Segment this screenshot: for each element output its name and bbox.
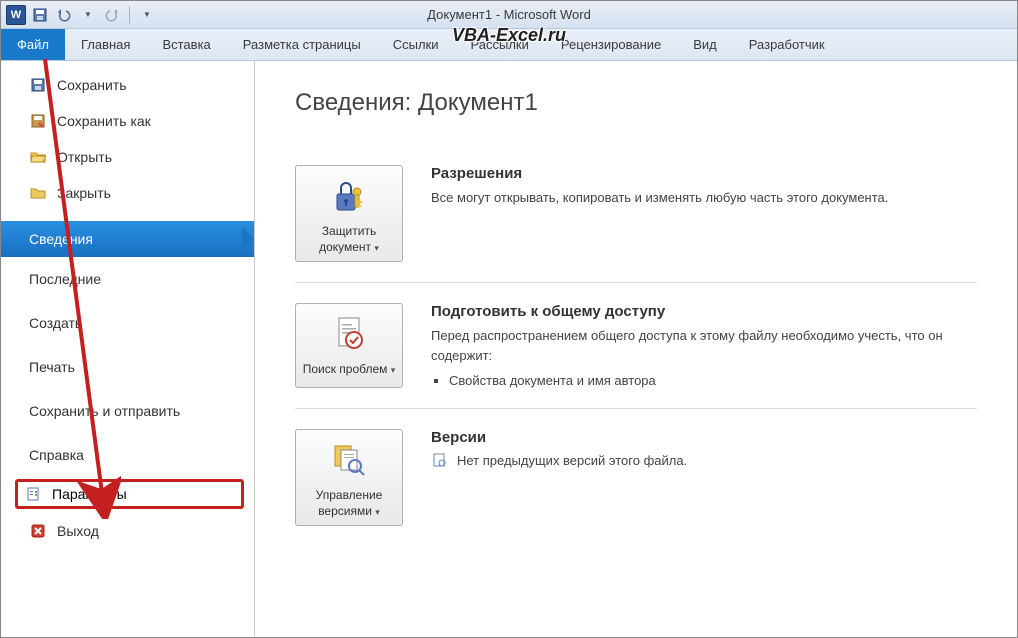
side-save[interactable]: Сохранить [1, 67, 254, 103]
tab-page-layout[interactable]: Разметка страницы [227, 29, 377, 60]
side-label: Параметры [52, 486, 127, 502]
backstage-view: Сохранить Сохранить как Открыть Закрыть … [1, 61, 1017, 637]
title-bar: W ▼ ▼ Документ1 - Microsoft Word [1, 1, 1017, 29]
folder-close-icon [29, 184, 47, 202]
backstage-content: Сведения: Документ1 Защит [255, 61, 1017, 637]
permissions-block: Защитить документ ▾ Разрешения Все могут… [295, 145, 977, 282]
save-as-icon [29, 112, 47, 130]
side-help[interactable]: Справка [1, 433, 254, 477]
tab-insert[interactable]: Вставка [146, 29, 226, 60]
page-title: Сведения: Документ1 [295, 89, 977, 117]
side-label: Сохранить [57, 77, 127, 93]
side-info[interactable]: Сведения [1, 221, 254, 257]
side-save-send[interactable]: Сохранить и отправить [1, 389, 254, 433]
side-label: Закрыть [57, 185, 111, 201]
side-label: Выход [57, 523, 99, 539]
lock-key-icon [329, 176, 369, 216]
ribbon-tabs: Файл Главная Вставка Разметка страницы С… [1, 29, 1017, 61]
side-exit[interactable]: Выход [1, 513, 254, 549]
tab-mailings[interactable]: Рассылки [455, 29, 545, 60]
description: Нет предыдущих версий этого файла. [457, 453, 687, 468]
save-icon [29, 76, 47, 94]
qat-redo-button[interactable] [101, 4, 123, 26]
side-print[interactable]: Печать [1, 345, 254, 389]
document-check-icon [329, 314, 369, 354]
tab-view[interactable]: Вид [677, 29, 733, 60]
tab-references[interactable]: Ссылки [377, 29, 455, 60]
list-item: Свойства документа и имя автора [449, 373, 977, 388]
document-version-icon [431, 452, 447, 468]
permissions-text: Разрешения Все могут открывать, копирова… [431, 165, 977, 262]
prepare-block: Поиск проблем ▾ Подготовить к общему дос… [295, 282, 977, 408]
protect-document-button[interactable]: Защитить документ ▾ [295, 165, 403, 262]
documents-magnify-icon [329, 440, 369, 480]
versions-block: Управление версиями ▾ Версии Нет предыду… [295, 408, 977, 546]
versions-text: Версии Нет предыдущих версий этого файла… [431, 429, 977, 526]
side-recent[interactable]: Последние [1, 257, 254, 301]
exit-icon [29, 522, 47, 540]
tab-developer[interactable]: Разработчик [733, 29, 841, 60]
qat-customize-dropdown[interactable]: ▼ [136, 4, 158, 26]
side-label: Открыть [57, 149, 112, 165]
qat-separator [129, 6, 130, 24]
tab-file[interactable]: Файл [1, 29, 65, 60]
description: Все могут открывать, копировать и изменя… [431, 188, 977, 208]
quick-access-toolbar: W ▼ ▼ [1, 4, 158, 26]
qat-save-button[interactable] [29, 4, 51, 26]
heading: Версии [431, 429, 977, 446]
side-label: Сохранить как [57, 113, 151, 129]
side-close[interactable]: Закрыть [1, 175, 254, 211]
side-save-as[interactable]: Сохранить как [1, 103, 254, 139]
prepare-text: Подготовить к общему доступу Перед распр… [431, 303, 977, 388]
side-options[interactable]: Параметры [15, 479, 244, 509]
window-title: Документ1 - Microsoft Word [427, 7, 591, 22]
side-new[interactable]: Создать [1, 301, 254, 345]
check-issues-button[interactable]: Поиск проблем ▾ [295, 303, 403, 388]
qat-undo-button[interactable] [53, 4, 75, 26]
backstage-side-menu: Сохранить Сохранить как Открыть Закрыть … [1, 61, 255, 637]
heading: Разрешения [431, 165, 977, 182]
side-label: Сведения [29, 231, 93, 247]
tab-home[interactable]: Главная [65, 29, 146, 60]
qat-dropdown[interactable]: ▼ [77, 4, 99, 26]
side-open[interactable]: Открыть [1, 139, 254, 175]
description: Перед распространением общего доступа к … [431, 326, 977, 365]
app-icon[interactable]: W [5, 4, 27, 26]
tab-review[interactable]: Рецензирование [545, 29, 677, 60]
folder-open-icon [29, 148, 47, 166]
heading: Подготовить к общему доступу [431, 303, 977, 320]
options-icon [26, 486, 42, 502]
manage-versions-button[interactable]: Управление версиями ▾ [295, 429, 403, 526]
